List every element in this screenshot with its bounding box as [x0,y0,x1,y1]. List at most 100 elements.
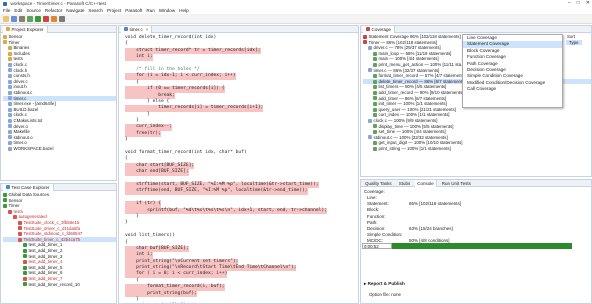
close-tab-icon[interactable]: × [146,27,149,32]
maximize-button[interactable]: □ [577,0,580,6]
file-icon [8,96,12,101]
item-icon [368,68,372,73]
menu-parasoft[interactable]: Parasoft [125,8,142,13]
file-icon [8,124,12,129]
file-icon [8,62,12,67]
file-icon [8,129,12,134]
folder-icon [8,51,12,56]
bottom-tab[interactable]: Quality Tasks [363,181,394,186]
file-icon [8,146,12,151]
folder-icon [3,34,7,39]
item-icon [373,51,377,56]
window-title: workspace - Timer/timer.c - Parasoft C/C… [10,1,106,6]
tree-item[interactable]: test_add_timer_record_10 [3,282,116,288]
project-explorer-panel: Project Explorer Sensor Timer Binaries Incl… [0,25,117,181]
file-icon [8,73,12,78]
bottom-tabs: Quality Tasks Stubs Console Run Unit Tests [361,180,591,187]
code-text: for (i = idx-1; i < curr_index; i++) [125,73,236,80]
bottom-tab[interactable]: Run Unit Tests [440,181,473,186]
code-text: sprintf(buf, "%d\t%s\t%s\t%s\n", idx+1, … [125,207,327,214]
file-icon [8,118,12,123]
item-icon [23,254,27,259]
editor-tab-timer-c[interactable]: timer.c × [121,26,153,33]
build-icon[interactable] [19,15,25,22]
menu-navigate[interactable]: Navigate [66,8,84,13]
menu-refactor[interactable]: Refactor [45,8,62,13]
test-icon[interactable] [51,15,57,22]
tree-item[interactable]: print_string — 100% [1/1 statements] [363,146,591,152]
project-explorer-tab[interactable]: Project Explorer [1,26,116,33]
file-icon [8,68,12,73]
sort-label[interactable]: Sort [567,34,575,39]
item-icon [373,129,377,134]
test-case-explorer-tab[interactable]: Test Case Explorer [1,184,116,191]
item-icon [363,34,367,39]
menu-window[interactable]: Window [159,8,175,13]
type-label[interactable]: Type [566,40,582,45]
code-line: sprintf(buf, "%d\t%s\t%s\t%s\n", idx+1, … [119,207,358,214]
item-icon [13,215,17,220]
coverage-type-dropdown[interactable]: Line Coverage Statement Coverage Block Cov… [462,34,563,108]
search-icon[interactable] [59,15,65,22]
item-icon [373,79,377,84]
item-icon [23,282,27,287]
debug-icon[interactable] [27,15,33,22]
code-text: for ( i = 0; i < curr_index; i++) [125,271,228,278]
menu-search[interactable]: Search [88,8,103,13]
close-button[interactable]: ✕ [586,0,590,6]
file-icon [8,113,12,118]
item-icon [23,259,27,264]
new-icon[interactable] [3,15,9,22]
item-icon [373,96,377,101]
coverage-icon[interactable] [43,15,49,22]
progress-time: 0:00:52 [362,243,392,249]
item-icon [18,226,22,231]
folder-icon [3,40,7,45]
item-icon [373,141,377,146]
code-area[interactable]: void delete_timer_record(int idx){ struc… [119,33,358,303]
report-publish-header[interactable]: ▸ Report & Publish [364,281,405,287]
minimize-button[interactable]: – [568,0,571,6]
code-text: char end[BUF_SIZE]; [125,169,189,176]
dropdown-option[interactable]: Call Coverage [463,86,562,92]
item-icon [373,113,377,118]
menu-help[interactable]: Help [179,8,188,13]
bottom-tab[interactable]: Console [415,180,437,187]
file-icon [8,90,12,95]
item-icon [373,107,377,112]
folder-icon [8,45,12,50]
window-controls: – □ ✕ [568,0,590,6]
menu-project[interactable]: Project [107,8,121,13]
item-icon [373,62,377,67]
run-icon[interactable] [35,15,41,22]
app-icon [3,1,7,6]
menu-edit[interactable]: Edit [14,8,22,13]
tree-item[interactable]: WORKSPACE.bazel [3,146,116,152]
project-tree: Sensor Timer Binaries Includes tests clock.c c… [1,33,116,151]
item-icon [3,203,7,208]
item-icon [373,85,377,90]
editor-tabs: timer.c × [119,26,358,33]
coverage-tabs: Coverage [361,26,591,33]
item-icon [23,248,27,253]
item-icon [3,198,7,203]
menu-run[interactable]: Run [146,8,154,13]
code-text: } [125,137,128,143]
title-bar: workspace - Timer/timer.c - Parasoft C/C… [0,0,592,7]
code-text: free(tr); [125,130,161,138]
file-icon [8,135,12,140]
code-text: void delete_timer_record(int idx) [125,35,217,40]
tree-item-label: print_string — 100% [1/1 statements] [378,145,451,151]
file-icon [8,107,12,112]
coverage-tab[interactable]: Coverage [363,26,396,33]
bottom-tab[interactable]: Stubs [397,181,413,186]
menu-file[interactable]: File [3,8,10,13]
menu-source[interactable]: Source [26,8,41,13]
item-icon [3,192,7,197]
item-icon [373,90,377,95]
test-progress-bar [362,243,572,249]
save-icon[interactable] [11,15,17,22]
item-icon [18,237,22,242]
item-icon [23,276,27,281]
folder-icon [8,57,12,62]
